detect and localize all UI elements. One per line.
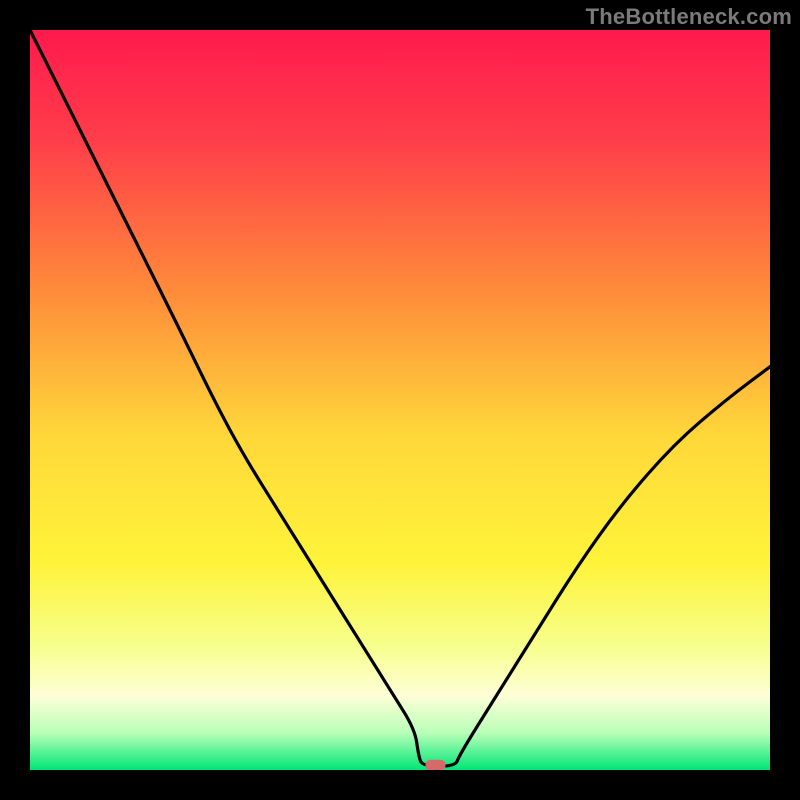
watermark-text: TheBottleneck.com — [586, 4, 792, 30]
chart-frame: TheBottleneck.com — [0, 0, 800, 800]
plot-area — [30, 30, 770, 770]
bottleneck-chart — [30, 30, 770, 770]
optimum-marker — [426, 760, 446, 770]
gradient-background — [30, 30, 770, 770]
